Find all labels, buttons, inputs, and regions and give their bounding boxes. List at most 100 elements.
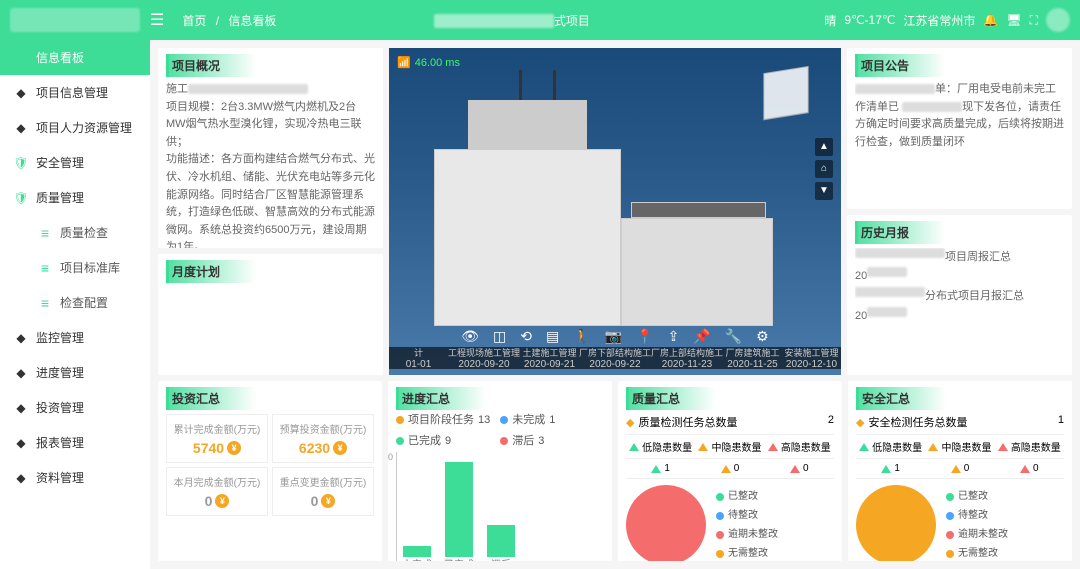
card-title: 历史月报 <box>855 221 945 244</box>
quality-summary-card: 质量汇总 ◆质量检测任务总数量2 低隐患数量 中隐患数量 高隐患数量 1 0 0… <box>618 381 842 561</box>
safety-summary-card: 安全汇总 ◆安全检测任务总数量1 低隐患数量 中隐患数量 高隐患数量 1 0 0… <box>848 381 1072 561</box>
tool-icon[interactable]: 🔧 <box>725 328 742 345</box>
card-title: 项目概况 <box>166 54 256 77</box>
header: ☰ 首页 / 信息看板 式项目 晴 9℃-17℃ 江苏省常州市 🔔 🖥 ⛶ <box>0 0 1080 40</box>
progress-summary-card: 进度汇总 项目阶段任务 13 已完成 9 未完成 1 滞后 3 0246810 … <box>388 381 612 561</box>
sidebar-item-label: 投资管理 <box>36 399 84 416</box>
report-item[interactable]: 项目周报汇总 <box>855 248 1064 268</box>
timeline[interactable]: 计01-01工程现场施工管理2020-09-20土建施工管理2020-09-21… <box>389 347 841 369</box>
project-title: 式项目 <box>279 12 824 29</box>
lines-icon: ≡ <box>38 226 52 240</box>
announcement-card: 项目公告 单：厂用电受电前未完工作清单已 现下发各位，请责任方确定时间要求高质量… <box>847 48 1072 209</box>
diamond-icon: ◆ <box>14 471 28 485</box>
share-icon[interactable]: ⇪ <box>668 328 680 345</box>
breadcrumb-current: 信息看板 <box>228 14 276 28</box>
sidebar-item-label: 质量管理 <box>36 189 84 206</box>
sidebar-item-label: 监控管理 <box>36 329 84 346</box>
layers-icon[interactable]: ▤ <box>546 328 559 345</box>
lines-icon: ≡ <box>38 261 52 275</box>
sidebar-item-label: 资料管理 <box>36 469 84 486</box>
view-cube[interactable] <box>763 66 808 120</box>
card-title: 投资汇总 <box>166 387 256 410</box>
sidebar-item[interactable]: ◆ 投资管理 <box>0 390 150 425</box>
sidebar-item-label: 报表管理 <box>36 434 84 451</box>
blank-icon <box>14 51 28 65</box>
sidebar-item[interactable]: ≡ 检查配置 <box>0 285 150 320</box>
invest-budget: 预算投资金额(万元) 6230¥ <box>272 414 374 463</box>
pin-icon[interactable]: 📍 <box>636 328 653 345</box>
history-report-card: 历史月报 项目周报汇总 20 分布式项目月报汇总 20 <box>847 215 1072 376</box>
logo <box>10 8 140 32</box>
sidebar-item-label: 项目人力资源管理 <box>36 119 132 136</box>
sidebar-item[interactable]: 🛡 质量管理 <box>0 180 150 215</box>
shield-icon: 🛡 <box>14 156 28 170</box>
lines-icon: ≡ <box>38 296 52 310</box>
diamond-icon: ◆ <box>14 331 28 345</box>
breadcrumb-sep: / <box>216 14 219 28</box>
location: 江苏省常州市 <box>903 12 975 29</box>
bell-icon[interactable]: 🔔 <box>983 13 998 27</box>
sidebar-item-label: 安全管理 <box>36 154 84 171</box>
gear-icon[interactable]: ⚙ <box>756 328 769 345</box>
quality-pie <box>626 485 706 561</box>
temperature: 9℃-17℃ <box>844 13 895 27</box>
card-title: 项目公告 <box>855 54 945 77</box>
card-title: 质量汇总 <box>626 387 716 410</box>
sidebar: 信息看板 ◆ 项目信息管理 ◆ 项目人力资源管理 🛡 安全管理 🛡 质量管理 ≡ 质量检查 ≡ 项目标准… <box>0 40 150 569</box>
header-right: 晴 9℃-17℃ 江苏省常州市 🔔 🖥 ⛶ <box>824 8 1070 32</box>
diamond-icon: ◆ <box>14 436 28 450</box>
sidebar-item[interactable]: 🛡 安全管理 <box>0 145 150 180</box>
sidebar-item[interactable]: 信息看板 <box>0 40 150 75</box>
walk-icon[interactable]: 🚶 <box>573 328 590 345</box>
viewer-toolbar: 👁 ◫ ⟲ ▤ 🚶 📷 📍 ⇪ 📌 🔧 ⚙ <box>461 328 768 345</box>
card-title: 进度汇总 <box>396 387 486 410</box>
3d-viewer[interactable]: 📶46.00 ms ▲ ⌂ ▼ 👁 ◫ ⟲ ▤ 🚶 📷 📍 ⇪ 📌 🔧 ⚙ <box>389 48 841 375</box>
sidebar-item-label: 项目标准库 <box>60 259 120 276</box>
monitor-icon[interactable]: 🖥 <box>1006 13 1021 27</box>
weather-icon: 晴 <box>824 12 836 29</box>
invest-change: 重点变更金额(万元) 0¥ <box>272 467 374 516</box>
invest-summary-card: 投资汇总 累计完成金额(万元) 5740¥ 预算投资金额(万元) 6230¥ 本… <box>158 381 382 561</box>
card-title: 月度计划 <box>166 260 256 283</box>
cube-icon[interactable]: ◫ <box>493 328 506 345</box>
nav-home-icon[interactable]: ⌂ <box>815 160 833 178</box>
nav-up-icon[interactable]: ▲ <box>815 138 833 156</box>
sidebar-item-label: 项目信息管理 <box>36 84 108 101</box>
sidebar-item[interactable]: ◆ 项目人力资源管理 <box>0 110 150 145</box>
sidebar-item[interactable]: ◆ 监控管理 <box>0 320 150 355</box>
safety-pie <box>856 485 936 561</box>
sidebar-item-label: 质量检查 <box>60 224 108 241</box>
diamond-icon: ◆ <box>14 366 28 380</box>
breadcrumb: 首页 / 信息看板 <box>179 12 279 29</box>
sidebar-item[interactable]: ≡ 质量检查 <box>0 215 150 250</box>
invest-month-done: 本月完成金额(万元) 0¥ <box>166 467 268 516</box>
sidebar-item[interactable]: ◆ 项目信息管理 <box>0 75 150 110</box>
sidebar-item-label: 检查配置 <box>60 294 108 311</box>
invest-total-done: 累计完成金额(万元) 5740¥ <box>166 414 268 463</box>
card-title: 安全汇总 <box>856 387 946 410</box>
sidebar-item[interactable]: ◆ 报表管理 <box>0 425 150 460</box>
fullscreen-icon[interactable]: ⛶ <box>1030 13 1038 28</box>
sidebar-item-label: 进度管理 <box>36 364 84 381</box>
project-overview-card: 项目概况 施工 项目规模：2台3.3MW燃气内燃机及2台MW烟气热水型溴化锂，实… <box>158 48 383 248</box>
menu-toggle-icon[interactable]: ☰ <box>150 10 164 30</box>
shield-icon: 🛡 <box>14 191 28 205</box>
latency-display: 📶46.00 ms <box>397 56 460 69</box>
progress-barchart: 0246810 未完成已完成滞后 <box>396 452 604 561</box>
monthly-plan-card: 月度计划 <box>158 254 383 375</box>
sidebar-item[interactable]: ◆ 资料管理 <box>0 460 150 495</box>
diamond-icon: ◆ <box>14 401 28 415</box>
marker-icon[interactable]: 📌 <box>693 328 710 345</box>
sidebar-item-label: 信息看板 <box>36 49 84 66</box>
sidebar-item[interactable]: ◆ 进度管理 <box>0 355 150 390</box>
diamond-icon: ◆ <box>14 86 28 100</box>
camera-icon[interactable]: 📷 <box>605 328 622 345</box>
sidebar-item[interactable]: ≡ 项目标准库 <box>0 250 150 285</box>
nav-down-icon[interactable]: ▼ <box>815 182 833 200</box>
report-item[interactable]: 分布式项目月报汇总 <box>855 287 1064 307</box>
breadcrumb-home[interactable]: 首页 <box>182 14 206 28</box>
avatar[interactable] <box>1046 8 1070 32</box>
rotate-icon[interactable]: ⟲ <box>520 328 532 345</box>
diamond-icon: ◆ <box>14 121 28 135</box>
eye-icon[interactable]: 👁 <box>461 328 479 345</box>
